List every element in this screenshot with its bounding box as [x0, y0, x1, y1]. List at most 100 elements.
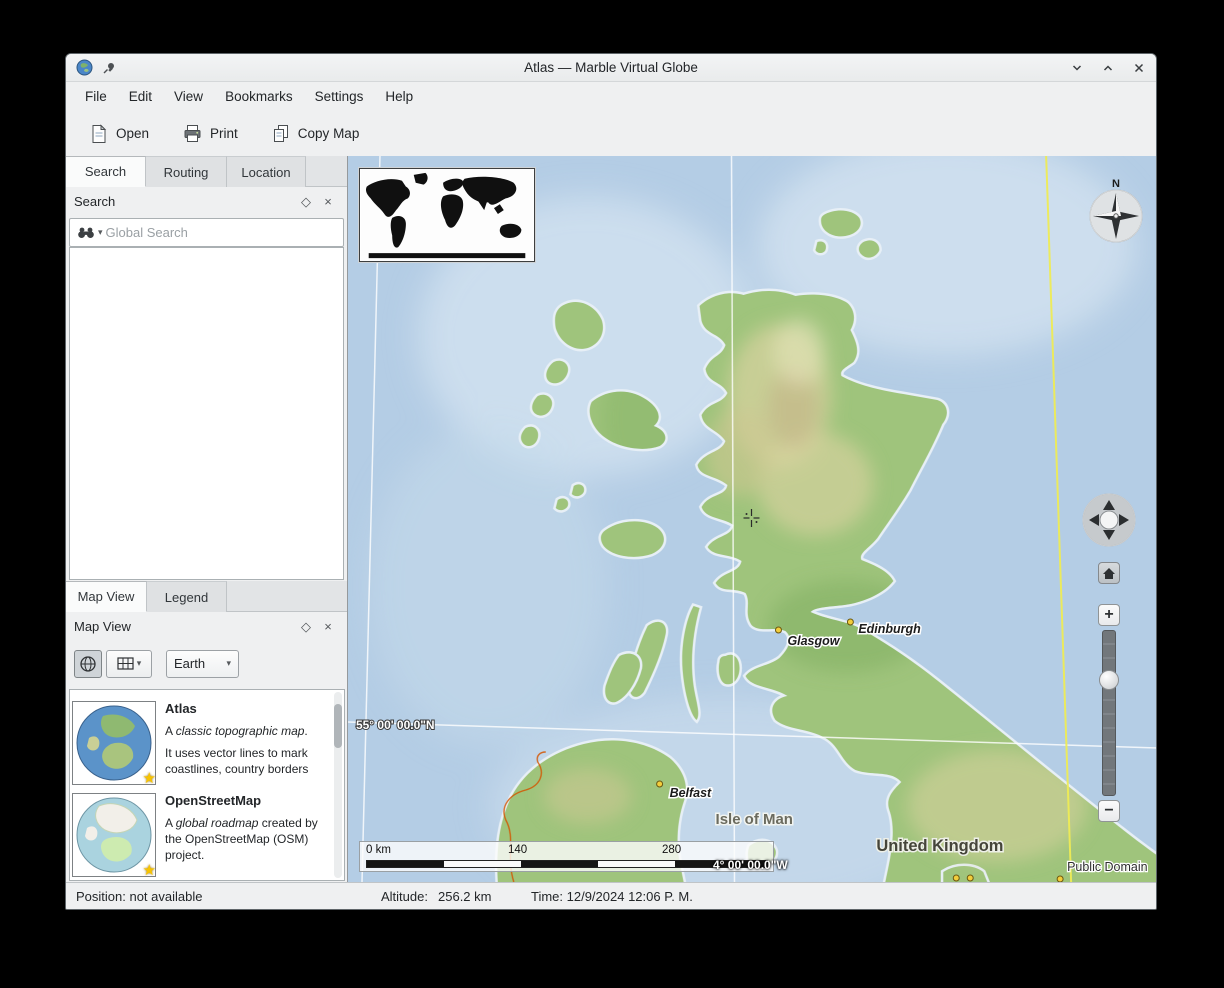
menu-bookmarks[interactable]: Bookmarks: [214, 85, 304, 108]
latitude-label: 55° 00' 00.0"N: [356, 718, 435, 732]
map-canvas[interactable]: Glasgow Edinburgh Belfast Isle of Man Un…: [348, 156, 1157, 882]
city-marker-belfast[interactable]: [657, 781, 663, 787]
city-marker-glasgow[interactable]: [775, 627, 781, 633]
search-input[interactable]: [106, 225, 336, 240]
search-input-box[interactable]: ▾: [69, 218, 344, 247]
open-file-icon: [90, 124, 108, 144]
mapview-controls: ▾ Earth ▾: [66, 641, 347, 686]
float-panel-icon[interactable]: ◇: [295, 192, 317, 212]
float-panel-icon[interactable]: ◇: [295, 617, 317, 637]
flat-projection-button[interactable]: ▾: [106, 650, 152, 678]
theme-list-scrollbar[interactable]: [334, 692, 342, 878]
close-panel-icon[interactable]: ×: [317, 192, 339, 212]
city-label-belfast[interactable]: Belfast: [670, 786, 712, 800]
theme-name: OpenStreetMap: [165, 793, 330, 809]
theme-description: A classic topographic map.: [165, 723, 330, 739]
pan-wheel[interactable]: [1078, 486, 1142, 550]
projection-dropdown-icon: ▾: [137, 658, 142, 669]
city-label-edinburgh[interactable]: Edinburgh: [858, 622, 921, 636]
zoom-slider-thumb[interactable]: [1099, 670, 1119, 690]
status-altitude-value: 256.2 km: [438, 883, 491, 910]
scale-bar: 0 km 140 280: [359, 841, 774, 872]
celestial-body-select[interactable]: Earth ▾: [166, 650, 239, 678]
compass-north-label: N: [1112, 178, 1120, 190]
menubar: File Edit View Bookmarks Settings Help: [66, 82, 1156, 111]
titlebar[interactable]: Atlas — Marble Virtual Globe: [66, 54, 1156, 82]
marble-window: Atlas — Marble Virtual Globe File Edit V…: [65, 53, 1157, 910]
scale-bar-graphic: [366, 860, 768, 868]
app-icon: [76, 59, 93, 76]
status-time: Time: 12/9/2024 12:06 P. M.: [531, 883, 693, 910]
flat-map-icon: [117, 657, 134, 670]
close-panel-icon[interactable]: ×: [317, 617, 339, 637]
print-button[interactable]: Print: [175, 118, 246, 149]
tab-legend[interactable]: Legend: [147, 581, 227, 612]
search-type-dropdown-icon[interactable]: ▾: [98, 227, 103, 238]
menu-settings[interactable]: Settings: [304, 85, 375, 108]
city-marker-edinburgh[interactable]: [847, 619, 853, 625]
search-results-list[interactable]: [69, 247, 344, 580]
search-panel-header: Search ◇ ×: [66, 187, 347, 216]
close-icon[interactable]: [1132, 61, 1146, 75]
globe-projection-icon: [79, 655, 97, 673]
theme-item-atlas[interactable]: ★ Atlas A classic topographic map. It us…: [72, 699, 330, 791]
celestial-body-value: Earth: [174, 656, 205, 671]
world-overview-icon: [360, 169, 534, 261]
overview-map[interactable]: [359, 168, 535, 262]
zoom-slider-track[interactable]: [1102, 630, 1116, 796]
city-label-glasgow[interactable]: Glasgow: [787, 634, 840, 648]
map-area: Glasgow Edinburgh Belfast Isle of Man Un…: [347, 156, 1157, 882]
zoom-out-button[interactable]: −: [1098, 800, 1120, 822]
globe-projection-button[interactable]: [74, 650, 102, 678]
search-tabstrip: Search Routing Location: [66, 156, 347, 187]
favorite-star-icon[interactable]: ★: [143, 861, 156, 879]
country-label-united-kingdom: United Kingdom: [876, 837, 1003, 855]
theme-name: Atlas: [165, 701, 330, 717]
print-label: Print: [210, 126, 238, 141]
region-label-isle-of-man: Isle of Man: [716, 811, 793, 828]
status-altitude-label: Altitude:: [381, 883, 428, 910]
compass-rose[interactable]: N: [1088, 174, 1144, 246]
print-icon: [183, 124, 202, 143]
menu-help[interactable]: Help: [374, 85, 424, 108]
open-label: Open: [116, 126, 149, 141]
zoom-in-button[interactable]: +: [1098, 604, 1120, 626]
menu-file[interactable]: File: [74, 85, 118, 108]
attribution-label: Public Domain: [1067, 860, 1147, 874]
home-button[interactable]: [1098, 562, 1120, 584]
toolbar: Open Print Copy Map: [66, 111, 1156, 156]
left-dock: Search Routing Location Search ◇ × ▾: [66, 156, 347, 882]
tab-map-view[interactable]: Map View: [66, 581, 147, 612]
search-panel-title: Search: [74, 194, 115, 209]
compass-icon: N: [1088, 174, 1144, 246]
maximize-icon[interactable]: [1101, 61, 1115, 75]
atlas-thumbnail: ★: [72, 701, 156, 785]
atlas-text: Atlas A classic topographic map. It uses…: [165, 699, 330, 791]
scrollbar-thumb[interactable]: [334, 704, 342, 748]
mapview-tabstrip: Map View Legend: [66, 581, 347, 612]
home-icon: [1102, 567, 1116, 580]
tab-location[interactable]: Location: [227, 156, 306, 187]
osm-thumbnail: ★: [72, 793, 156, 877]
tab-search[interactable]: Search: [66, 156, 146, 187]
mapview-panel-title: Map View: [74, 619, 131, 634]
pin-icon: [102, 61, 116, 75]
minimize-icon[interactable]: [1070, 61, 1084, 75]
menu-view[interactable]: View: [163, 85, 214, 108]
favorite-star-icon[interactable]: ★: [143, 769, 156, 787]
desktop: Atlas — Marble Virtual Globe File Edit V…: [0, 0, 1224, 988]
combo-dropdown-icon: ▾: [226, 658, 231, 669]
scale-mid-label: 140: [508, 844, 527, 856]
copy-map-button[interactable]: Copy Map: [264, 118, 368, 149]
theme-item-openstreetmap[interactable]: ★ OpenStreetMap A global roadmap created…: [72, 791, 330, 881]
theme-description: A global roadmap created by the OpenStre…: [165, 815, 330, 863]
navigation-control: + −: [1078, 486, 1142, 826]
map-theme-list[interactable]: ★ Atlas A classic topographic map. It us…: [69, 689, 345, 881]
binoculars-icon: [77, 226, 95, 239]
menu-edit[interactable]: Edit: [118, 85, 163, 108]
longitude-label: 4° 00' 00.0"W: [713, 858, 788, 872]
tab-routing[interactable]: Routing: [146, 156, 227, 187]
scale-end-label: 280: [662, 844, 681, 856]
main-content: Search Routing Location Search ◇ × ▾: [66, 156, 1156, 882]
open-button[interactable]: Open: [82, 118, 157, 150]
